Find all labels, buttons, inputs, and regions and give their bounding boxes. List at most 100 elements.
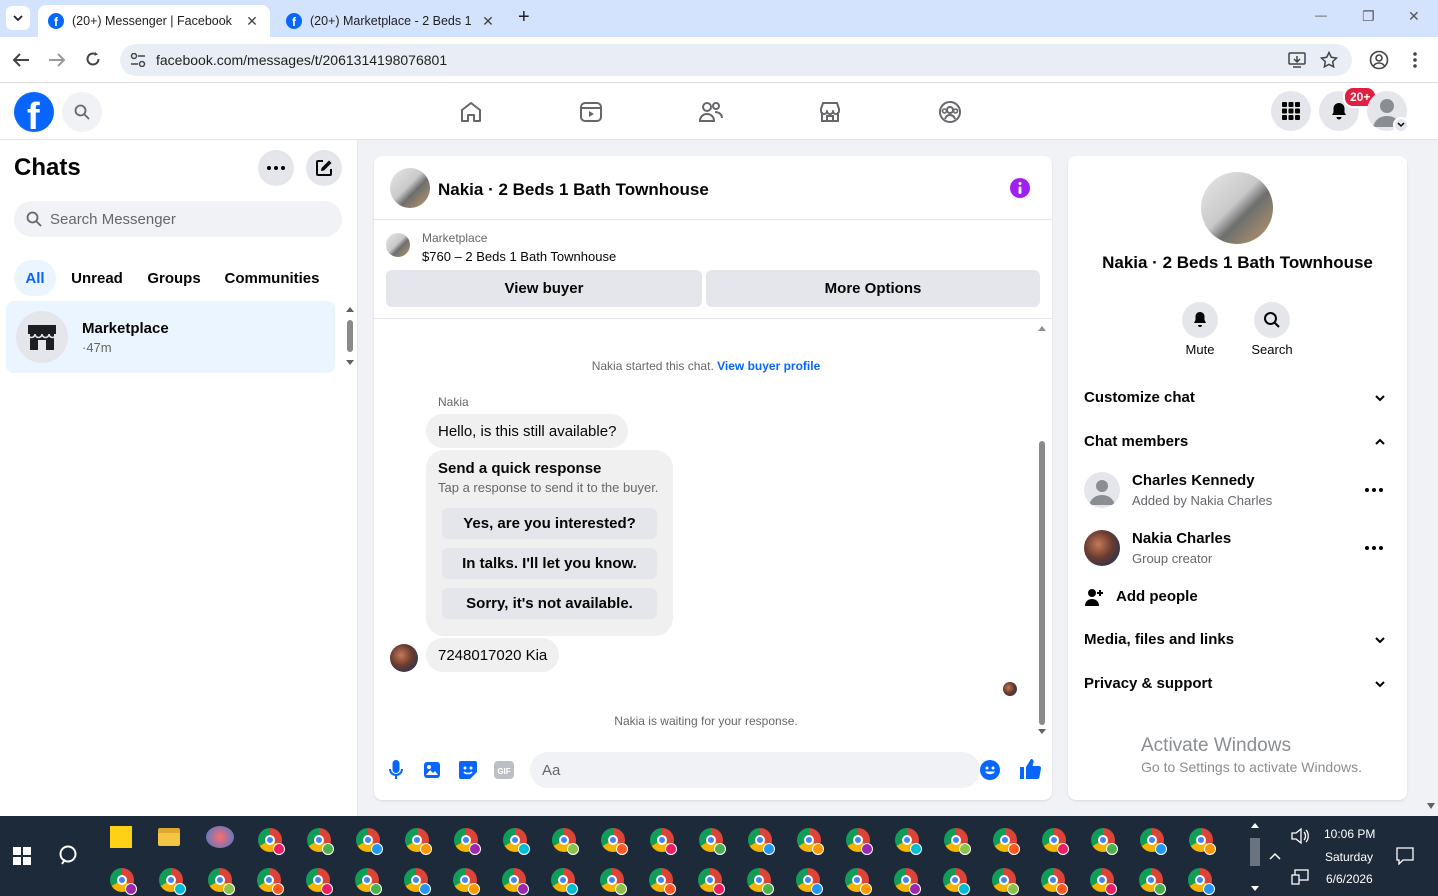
chrome-profile-icon[interactable]	[846, 828, 873, 855]
conversation-title[interactable]: Nakia · 2 Beds 1 Bath Townhouse	[438, 180, 709, 200]
chrome-profile-icon[interactable]	[1140, 828, 1167, 855]
chrome-profile-icon[interactable]	[1189, 828, 1216, 855]
mute-button[interactable]	[1182, 302, 1218, 338]
customize-chat-row[interactable]: Customize chat	[1068, 384, 1407, 412]
marketplace-icon[interactable]	[818, 100, 842, 124]
clock-day[interactable]: Saturday	[1325, 850, 1373, 864]
chrome-profile-icon[interactable]	[943, 868, 970, 895]
chrome-profile-icon[interactable]	[748, 828, 775, 855]
privacy-support-row[interactable]: Privacy & support	[1068, 670, 1407, 698]
page-scroll-down-icon[interactable]	[1427, 803, 1435, 809]
taskbar-search-icon[interactable]	[58, 844, 82, 868]
show-hidden-icons-chevron-icon[interactable]	[1269, 852, 1281, 860]
chrome-profile-icon[interactable]	[992, 868, 1019, 895]
chrome-profile-icon[interactable]	[257, 868, 284, 895]
app-icon[interactable]	[206, 826, 234, 848]
tab-search-button[interactable]	[6, 6, 30, 30]
facebook-search-button[interactable]	[62, 92, 102, 132]
chrome-profile-icon[interactable]	[1091, 828, 1118, 855]
clock-date[interactable]: 6/6/2026	[1326, 872, 1373, 886]
search-in-chat-button[interactable]	[1254, 302, 1290, 338]
chrome-profile-icon[interactable]	[110, 868, 137, 895]
notification-center-icon[interactable]	[1396, 847, 1414, 865]
chrome-profile-icon[interactable]	[845, 868, 872, 895]
chrome-profile-icon[interactable]	[258, 828, 285, 855]
tab-messenger[interactable]: f (20+) Messenger | Facebook ✕	[38, 5, 270, 37]
sender-avatar[interactable]	[390, 644, 418, 672]
chrome-profile-icon[interactable]	[405, 828, 432, 855]
restore-button[interactable]: ❐	[1362, 8, 1375, 25]
network-icon[interactable]	[1291, 869, 1309, 885]
chrome-profile-icon[interactable]	[1139, 868, 1166, 895]
filter-all[interactable]: All	[14, 260, 56, 296]
chrome-profile-icon[interactable]	[1090, 868, 1117, 895]
chrome-profile-icon[interactable]	[454, 828, 481, 855]
chrome-profile-icon[interactable]	[159, 868, 186, 895]
chrome-profile-icon[interactable]	[1188, 868, 1215, 895]
member-row[interactable]: Nakia Charles Group creator	[1068, 526, 1407, 572]
messenger-search[interactable]	[14, 201, 342, 237]
media-files-row[interactable]: Media, files and links	[1068, 626, 1407, 654]
friends-icon[interactable]	[698, 100, 724, 124]
new-tab-button[interactable]: +	[518, 6, 530, 29]
chrome-profile-icon[interactable]	[993, 828, 1020, 855]
windows-start-icon[interactable]	[13, 847, 31, 865]
view-buyer-button[interactable]: View buyer	[386, 270, 702, 307]
chat-list-item[interactable]: Marketplace ·47m	[6, 301, 335, 373]
filter-groups[interactable]: Groups	[140, 260, 208, 296]
tab-close-icon[interactable]: ✕	[244, 13, 260, 30]
chrome-profile-icon[interactable]	[404, 868, 431, 895]
sticky-notes-icon[interactable]	[110, 826, 132, 848]
chrome-profile-icon[interactable]	[1042, 828, 1069, 855]
more-horizontal-icon[interactable]	[1365, 546, 1383, 550]
tab-close-icon[interactable]: ✕	[480, 13, 496, 30]
thumbs-up-icon[interactable]	[1019, 758, 1041, 780]
chrome-profile-icon[interactable]	[307, 828, 334, 855]
new-message-button[interactable]	[306, 150, 342, 186]
message-composer[interactable]	[530, 752, 980, 788]
chrome-profile-icon[interactable]	[502, 868, 529, 895]
profile-icon[interactable]	[1369, 50, 1389, 70]
chrome-profile-icon[interactable]	[797, 828, 824, 855]
chrome-profile-icon[interactable]	[355, 868, 382, 895]
account-chevron-icon[interactable]	[1393, 117, 1409, 133]
menu-button[interactable]	[1271, 91, 1311, 131]
address-bar[interactable]: facebook.com/messages/t/2061314198076801	[120, 44, 1352, 76]
message-bubble[interactable]: 7248017020 Kia	[426, 638, 560, 672]
sticker-icon[interactable]	[458, 760, 478, 780]
chrome-profile-icon[interactable]	[453, 868, 480, 895]
filter-unread[interactable]: Unread	[62, 260, 132, 296]
chrome-profile-icon[interactable]	[600, 868, 627, 895]
clock-time[interactable]: 10:06 PM	[1324, 827, 1375, 841]
filter-communities[interactable]: Communities	[216, 260, 328, 296]
site-settings-icon[interactable]	[130, 53, 146, 67]
quick-response-option[interactable]: Yes, are you interested?	[442, 508, 657, 539]
member-row[interactable]: Charles Kennedy Added by Nakia Charles	[1068, 468, 1407, 514]
forward-arrow-icon[interactable]	[48, 52, 66, 68]
chrome-profile-icon[interactable]	[699, 828, 726, 855]
view-buyer-profile-link[interactable]: View buyer profile	[717, 359, 820, 373]
more-options-button[interactable]: More Options	[706, 270, 1040, 307]
microphone-icon[interactable]	[389, 760, 403, 780]
tab-marketplace[interactable]: f (20+) Marketplace - 2 Beds 1 B ✕	[276, 5, 506, 37]
chrome-profile-icon[interactable]	[306, 868, 333, 895]
chrome-profile-icon[interactable]	[944, 828, 971, 855]
chrome-profile-icon[interactable]	[895, 828, 922, 855]
thread-scrollbar[interactable]	[1038, 323, 1046, 735]
volume-icon[interactable]	[1291, 828, 1309, 844]
install-app-icon[interactable]	[1288, 52, 1306, 68]
back-arrow-icon[interactable]	[12, 52, 30, 68]
chrome-profile-icon[interactable]	[698, 868, 725, 895]
file-explorer-icon[interactable]	[158, 828, 180, 846]
chrome-profile-icon[interactable]	[503, 828, 530, 855]
conversation-info-button[interactable]	[1010, 178, 1030, 198]
chrome-profile-icon[interactable]	[208, 868, 235, 895]
chrome-profile-icon[interactable]	[601, 828, 628, 855]
chrome-profile-icon[interactable]	[650, 828, 677, 855]
gif-icon[interactable]: GIF	[494, 761, 514, 779]
bookmark-star-icon[interactable]	[1320, 51, 1338, 69]
quick-response-option[interactable]: Sorry, it's not available.	[442, 588, 657, 619]
facebook-logo-icon[interactable]: f	[14, 92, 54, 132]
video-icon[interactable]	[579, 100, 603, 124]
chrome-profile-icon[interactable]	[552, 828, 579, 855]
